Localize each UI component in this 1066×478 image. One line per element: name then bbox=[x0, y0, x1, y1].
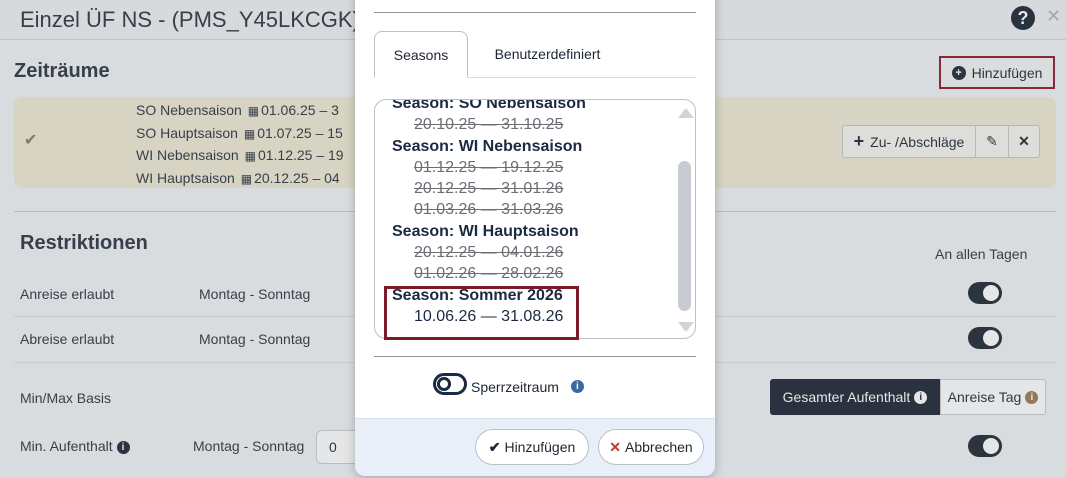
scroll-down-icon[interactable] bbox=[678, 322, 694, 332]
scroll-up-icon[interactable] bbox=[678, 108, 694, 118]
season-range-option[interactable]: 20.10.25 — 31.10.25 bbox=[392, 114, 672, 135]
season-header: Season: WI Hauptsaison bbox=[392, 222, 579, 240]
highlight-box bbox=[384, 286, 579, 340]
season-header: Season: SO Nebensaison bbox=[392, 99, 586, 112]
scrollbar-thumb[interactable] bbox=[678, 161, 691, 311]
tab-active-gap bbox=[375, 76, 467, 78]
season-header: Season: WI Nebensaison bbox=[392, 137, 583, 155]
hinzufuegen-label: Hinzufügen bbox=[504, 439, 576, 455]
tab-benutzerdefiniert[interactable]: Benutzerdefiniert bbox=[475, 31, 620, 77]
add-period-modal: Seasons Benutzerdefiniert Season: SO Neb… bbox=[355, 0, 715, 476]
season-range-option[interactable]: 01.03.26 — 31.03.26 bbox=[392, 199, 672, 220]
abbrechen-button[interactable]: ✕ Abbrechen bbox=[598, 429, 704, 465]
hinzufuegen-button[interactable]: ✔ Hinzufügen bbox=[475, 429, 589, 465]
season-range-option[interactable]: 20.12.25 — 31.01.26 bbox=[392, 178, 672, 199]
info-icon: i bbox=[570, 380, 584, 393]
modal-top-divider bbox=[374, 12, 696, 13]
season-range-option[interactable]: 01.02.26 — 28.02.26 bbox=[392, 263, 672, 284]
tab-seasons[interactable]: Seasons bbox=[374, 31, 468, 77]
season-range-option[interactable]: 20.12.25 — 04.01.26 bbox=[392, 242, 672, 263]
toggle-off-icon bbox=[433, 373, 467, 395]
check-icon: ✔ bbox=[488, 438, 501, 455]
season-range-option[interactable]: 01.12.25 — 19.12.25 bbox=[392, 157, 672, 178]
sperrzeitraum-toggle[interactable]: Sperrzeitraum i bbox=[433, 373, 584, 395]
x-icon: ✕ bbox=[609, 438, 621, 455]
abbrechen-label: Abbrechen bbox=[625, 439, 693, 455]
modal-divider bbox=[374, 356, 696, 357]
sperrzeitraum-label: Sperrzeitraum bbox=[471, 379, 559, 395]
